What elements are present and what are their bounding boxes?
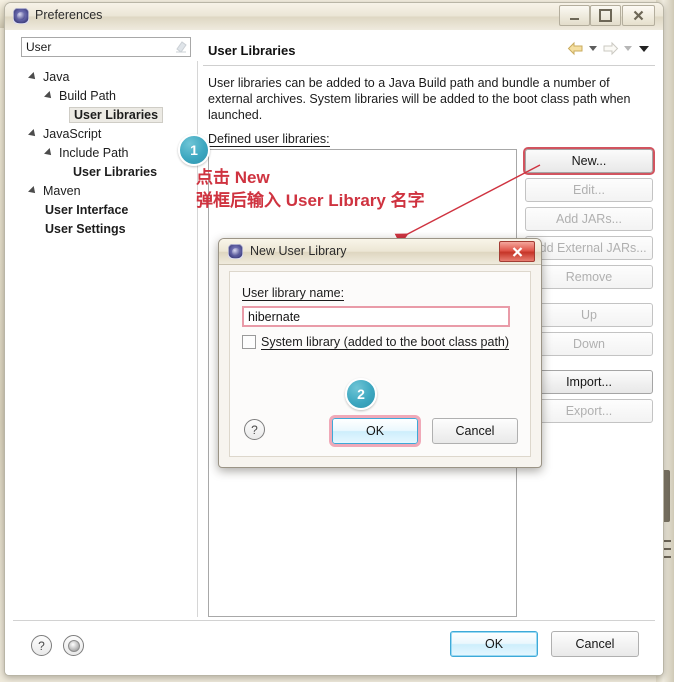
button-label: Up [581,308,597,322]
user-library-name-label: User library name: [242,286,345,301]
close-button[interactable] [622,5,655,26]
remove-button: Remove [525,265,653,289]
page-title: User Libraries [208,42,296,58]
tree-item-user-settings[interactable]: User Settings [21,219,197,238]
close-icon [623,6,654,25]
defined-libraries-label: Defined user libraries: [203,123,655,149]
view-menu-chevron-down-icon[interactable] [639,45,649,52]
eclipse-icon [13,8,29,24]
eclipse-icon [228,244,243,259]
new-button[interactable]: New... [523,147,655,175]
tree-item-user-libraries[interactable]: User Libraries [21,162,197,181]
maximize-button[interactable] [590,5,621,26]
dialog-ok-button[interactable]: OK [329,415,421,447]
preferences-tree[interactable]: Java Build Path User Libraries JavaScript In… [21,61,198,617]
clear-filter-icon[interactable] [175,40,187,53]
preferences-footer: ? OK Cancel [13,620,655,667]
cancel-button[interactable]: Cancel [551,631,639,657]
add-external-jars-button: Add External JARs... [525,236,653,260]
window-titlebar[interactable]: Preferences [5,3,663,31]
tree-item-user-interface[interactable]: User Interface [21,200,197,219]
dialog-content: User library name: System library (added… [229,271,531,457]
tree-item-label: Build Path [59,88,116,103]
tree-item-label: Include Path [59,145,129,160]
dialog-titlebar[interactable]: New User Library [219,239,541,265]
minimize-icon [560,6,589,25]
dialog-help-icon[interactable]: ? [244,419,265,440]
dialog-ok-label: OK [365,424,385,438]
button-label: New... [571,154,607,168]
close-x-icon [633,10,644,21]
new-user-library-dialog: New User Library User library name: Syst… [218,238,542,468]
forward-history-chevron-down-icon [624,46,632,51]
dialog-title: New User Library [250,244,347,258]
tree-item-label: User Interface [45,202,129,217]
import-button[interactable]: Import... [525,370,653,394]
page-header: User Libraries [203,35,655,66]
forward-arrow-glyph [603,41,619,56]
tree-item-label: Maven [43,183,81,198]
ok-button[interactable]: OK [450,631,538,657]
expand-triangle-icon[interactable] [45,90,56,101]
minimize-button[interactable] [559,5,590,26]
dialog-cancel-label: Cancel [455,424,495,438]
up-button: Up [525,303,653,327]
ok-button-label: OK [484,637,504,651]
page-description: User libraries can be added to a Java Bu… [208,76,631,122]
expand-triangle-icon[interactable] [29,71,40,82]
button-label: Import... [566,375,612,389]
button-label: Add JARs... [556,212,622,226]
system-library-checkbox-label-text: System library (added to the boot class … [261,335,510,350]
system-library-checkbox-row[interactable]: System library (added to the boot class … [242,335,510,350]
filter-field-wrapper [21,37,191,57]
add-jars-button: Add JARs... [525,207,653,231]
dialog-cancel-button[interactable]: Cancel [432,418,518,444]
library-action-buttons: New... Edit... Add JARs... Add External JAR… [523,147,655,617]
tree-item-label: Java [43,69,70,84]
maximize-icon [591,6,620,25]
user-library-name-input[interactable] [242,306,510,327]
defined-libraries-label-text: Defined user libraries: [208,132,330,147]
down-button: Down [525,332,653,356]
tree-item-user-libraries[interactable]: User Libraries [21,105,197,124]
close-icon [512,246,522,257]
back-arrow-glyph [567,41,583,56]
button-label: Remove [565,270,613,284]
back-arrow-icon[interactable] [567,41,584,56]
tree-item-maven[interactable]: Maven [21,181,197,200]
system-library-checkbox-label: System library (added to the boot class … [261,335,510,350]
back-history-chevron-down-icon[interactable] [589,46,597,51]
forward-arrow-icon [602,41,619,56]
restore-defaults-icon[interactable] [63,635,84,656]
expand-triangle-icon[interactable] [29,128,40,139]
tree-item-java[interactable]: Java [21,67,197,86]
eraser-icon [176,41,187,53]
user-library-name-label-text: User library name: [242,286,345,301]
button-label: Export... [565,404,613,418]
tree-item-label: JavaScript [43,126,102,141]
button-label: Add External JARs... [531,241,647,255]
tree-item-label: User Libraries [73,164,158,179]
help-icon[interactable]: ? [31,635,52,656]
tree-item-build-path[interactable]: Build Path [21,86,197,105]
tree-item-label: User Libraries [69,106,164,123]
edit-button: Edit... [525,178,653,202]
help-icon-glyph: ? [38,638,45,653]
tree-item-include-path[interactable]: Include Path [21,143,197,162]
tree-item-javascript[interactable]: JavaScript [21,124,197,143]
dialog-close-button[interactable] [499,241,535,262]
button-label: Edit... [573,183,605,197]
preferences-left-panel: Java Build Path User Libraries JavaScript In… [13,35,198,617]
dialog-help-icon-glyph: ? [251,422,258,437]
system-library-checkbox[interactable] [242,335,256,349]
page-nav-icons [567,41,651,56]
expand-triangle-icon[interactable] [45,147,56,158]
cancel-button-label: Cancel [575,637,615,651]
button-label: Down [573,337,605,351]
filter-input[interactable] [21,37,191,57]
window-title: Preferences [35,8,103,22]
export-button: Export... [525,399,653,423]
tree-item-label: User Settings [45,221,126,236]
expand-triangle-icon[interactable] [29,185,40,196]
